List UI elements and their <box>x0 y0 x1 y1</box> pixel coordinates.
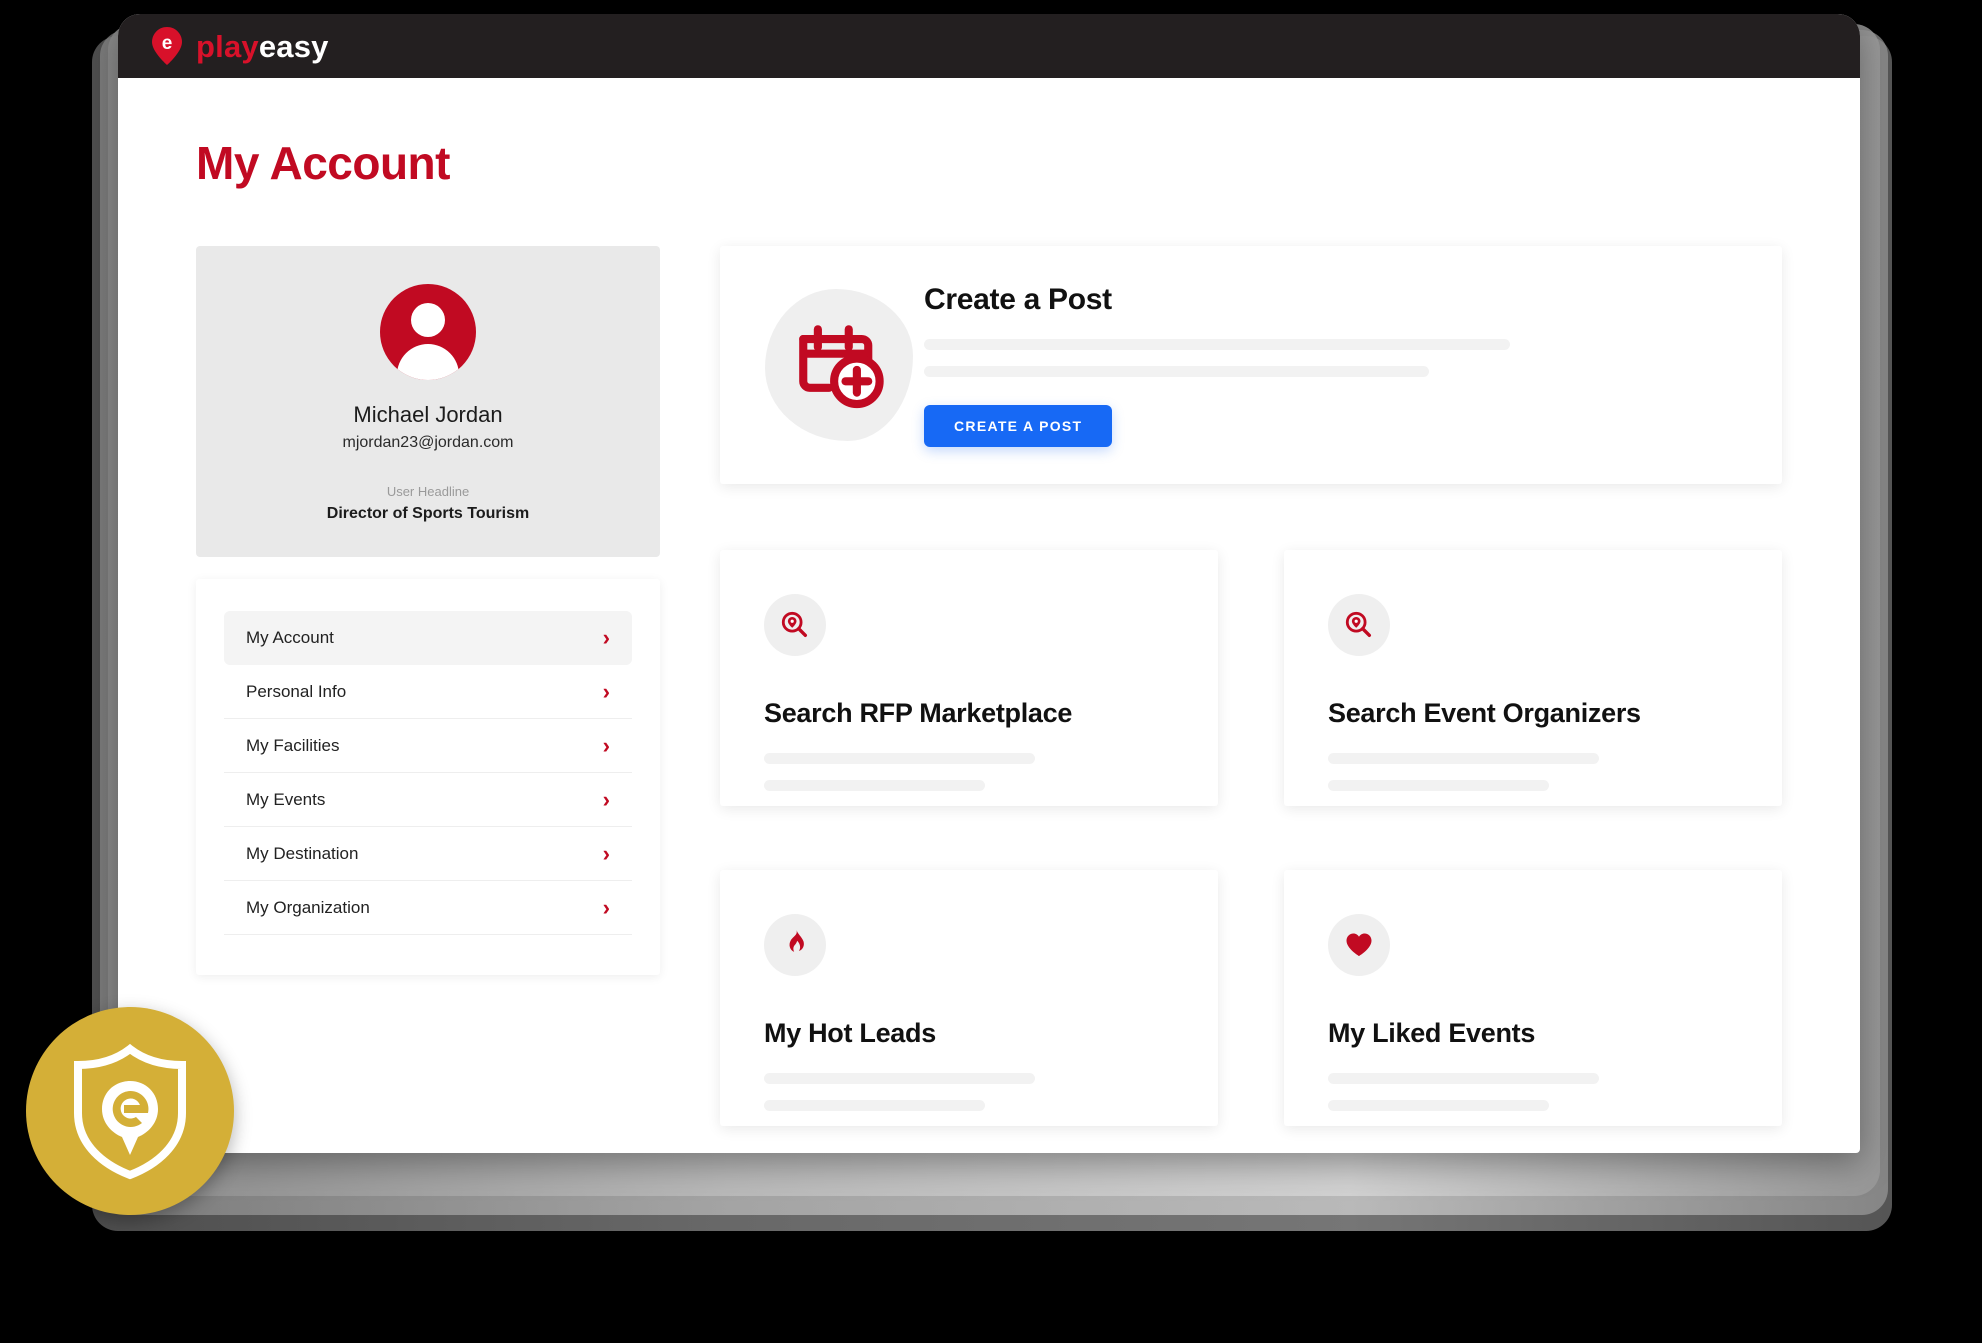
shortcut-tile-grid: Search RFP Marketplace Search Event Organ… <box>720 550 1782 1126</box>
create-post-text: Create a Post CREATE A POST <box>914 283 1738 447</box>
shortcut-tile[interactable]: My Hot Leads <box>720 870 1218 1126</box>
placeholder-bar <box>764 780 986 791</box>
create-post-card[interactable]: Create a Post CREATE A POST <box>720 246 1782 484</box>
shortcut-tile-title: My Hot Leads <box>764 1018 936 1048</box>
calendar-plus-icon <box>764 289 914 441</box>
chevron-right-icon: › <box>602 894 610 920</box>
placeholder-bar <box>1328 1073 1599 1084</box>
search-pin-icon <box>764 594 826 656</box>
account-menu: My Account › Personal Info › My Facilities › M… <box>196 579 660 975</box>
browser-window: e playeasy My Account Michael Jordan mjo… <box>118 14 1860 1153</box>
chevron-right-icon: › <box>602 840 610 866</box>
sidebar-item-my-facilities[interactable]: My Facilities › <box>224 719 632 773</box>
page-content: My Account Michael Jordan mjordan23@jord… <box>118 78 1860 1126</box>
sidebar-item-label: My Destination <box>246 843 359 863</box>
left-column: Michael Jordan mjordan23@jordan.com User… <box>196 246 660 975</box>
profile-email: mjordan23@jordan.com <box>342 434 514 451</box>
profile-card: Michael Jordan mjordan23@jordan.com User… <box>196 246 660 557</box>
profile-name: Michael Jordan <box>353 402 503 427</box>
search-pin-icon <box>1328 594 1390 656</box>
placeholder-bar <box>764 753 1035 764</box>
chevron-right-icon: › <box>602 678 610 704</box>
chevron-right-icon: › <box>602 624 610 650</box>
sidebar-item-my-events[interactable]: My Events › <box>224 773 632 827</box>
svg-text:e: e <box>162 33 173 54</box>
shortcut-tile-title: Search Event Organizers <box>1328 698 1641 728</box>
placeholder-bar <box>764 1100 986 1111</box>
flame-icon <box>764 914 826 976</box>
placeholder-bar <box>924 366 1429 377</box>
shield-pin-seal-icon <box>26 1007 234 1215</box>
placeholder-bar <box>1328 780 1550 791</box>
chevron-right-icon: › <box>602 786 610 812</box>
sidebar-item-label: My Account <box>246 627 334 647</box>
create-post-title: Create a Post <box>924 283 1112 316</box>
sidebar-item-my-destination[interactable]: My Destination › <box>224 827 632 881</box>
placeholder-bar <box>1328 1100 1550 1111</box>
headline-value: Director of Sports Tourism <box>326 505 530 522</box>
sidebar-item-my-account[interactable]: My Account › <box>224 611 632 665</box>
content-grid: Michael Jordan mjordan23@jordan.com User… <box>196 246 1782 1126</box>
sidebar-item-label: My Facilities <box>246 735 340 755</box>
user-avatar-icon <box>380 284 476 380</box>
sidebar-item-label: My Events <box>246 789 326 809</box>
right-column: Create a Post CREATE A POST Search RFP M… <box>720 246 1782 1126</box>
logo-pin-icon: e <box>152 27 182 65</box>
create-post-button[interactable]: CREATE A POST <box>924 405 1113 447</box>
placeholder-bar <box>764 1073 1035 1084</box>
headline-label: User Headline <box>386 484 470 499</box>
placeholder-bar <box>1328 753 1599 764</box>
screenshot-stage: e playeasy My Account Michael Jordan mjo… <box>0 0 1982 1343</box>
shortcut-tile-title: Search RFP Marketplace <box>764 698 1073 728</box>
sidebar-item-label: My Organization <box>246 897 370 917</box>
logo-text-play: play <box>196 28 259 64</box>
sidebar-item-my-organization[interactable]: My Organization › <box>224 881 632 935</box>
sidebar-item-label: Personal Info <box>246 681 347 701</box>
logo-text-easy: easy <box>258 28 329 64</box>
sidebar-item-personal-info[interactable]: Personal Info › <box>224 665 632 719</box>
heart-icon <box>1328 914 1390 976</box>
shortcut-tile[interactable]: My Liked Events <box>1284 870 1782 1126</box>
shortcut-tile-title: My Liked Events <box>1328 1018 1536 1048</box>
shortcut-tile[interactable]: Search RFP Marketplace <box>720 550 1218 806</box>
shortcut-tile[interactable]: Search Event Organizers <box>1284 550 1782 806</box>
chevron-right-icon: › <box>602 732 610 758</box>
playeasy-logo[interactable]: e playeasy <box>152 27 329 65</box>
app-header: e playeasy <box>118 14 1860 78</box>
page-title: My Account <box>196 137 450 189</box>
placeholder-bar <box>924 339 1511 350</box>
avatar-head-shape <box>411 303 445 337</box>
avatar-body-shape <box>397 344 459 380</box>
